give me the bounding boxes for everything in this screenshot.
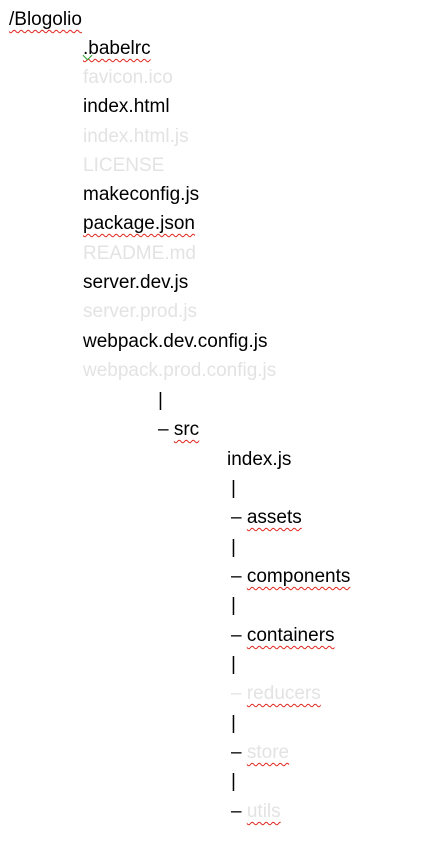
tree-pipe: | [158,389,163,413]
folder-utils: – utils [231,800,281,824]
folder-name: containers [246,625,335,646]
tree-pipe: | [231,712,236,736]
branch-dash: – [231,566,242,587]
file-server-prod: server.prod.js [83,300,197,324]
pipe-glyph: | [231,595,236,616]
pipe-glyph: | [158,390,163,411]
tree-pipe: | [231,477,236,501]
file-name: README.md [83,243,196,264]
file-name: server.prod.js [83,301,198,322]
folder-reducers: – reducers [231,682,321,706]
file-index-html-js: index.html.js [83,125,189,149]
branch-dash: – [231,801,242,822]
tree-pipe: | [231,770,236,794]
file-name: index.html [83,96,170,117]
folder-name: store [246,742,290,763]
file-license: LICENSE [83,154,164,178]
file-webpack-prod-config: webpack.prod.config.js [83,359,276,383]
file-webpack-dev-config: webpack.dev.config.js [83,330,267,354]
branch-dash: – [231,625,242,646]
tree-pipe: | [231,653,236,677]
file-readme: README.md [83,242,196,266]
file-name: LICENSE [83,155,165,176]
file-name: index.js [227,449,292,470]
tree-pipe: | [231,536,236,560]
root-folder-label: /Blogolio [9,8,82,32]
src-index-js: index.js [227,448,291,472]
file-name: package.json [83,213,195,234]
pipe-glyph: | [231,771,236,792]
root-folder-text: /Blogolio [9,9,82,30]
folder-containers: – containers [231,624,335,648]
file-name: index.html.js [83,126,189,147]
tree-pipe: | [231,594,236,618]
file-server-dev: server.dev.js [83,271,188,295]
document-page: /Blogolio .babelrc favicon.ico index.htm… [0,0,444,862]
pipe-glyph: | [231,654,236,675]
file-name: webpack.dev.config.js [83,331,268,352]
file-makeconfig: makeconfig.js [83,183,199,207]
src-folder-label: src [173,419,200,440]
file-name: webpack.prod.config.js [83,360,277,381]
pipe-glyph: | [231,478,236,499]
file-index-html: index.html [83,95,170,119]
file-babelrc: .babelrc [83,37,151,61]
branch-dash: – [158,419,169,440]
folder-assets: – assets [231,506,302,530]
branch-dash: – [231,742,242,763]
branch-dash: – [231,683,242,704]
src-folder: – src [158,418,199,442]
branch-dash: – [231,507,242,528]
pipe-glyph: | [231,713,236,734]
folder-name: utils [246,801,281,822]
file-name: server.dev.js [83,272,189,293]
file-name: makeconfig.js [83,184,200,205]
file-name: .babelrc [83,38,151,59]
folder-store: – store [231,741,289,765]
file-favicon: favicon.ico [83,66,173,90]
folder-name: components [246,566,351,587]
pipe-glyph: | [231,537,236,558]
folder-name: assets [246,507,302,528]
folder-name: reducers [246,683,321,704]
file-name: favicon.ico [83,67,173,88]
file-package-json: package.json [83,212,195,236]
folder-components: – components [231,565,350,589]
